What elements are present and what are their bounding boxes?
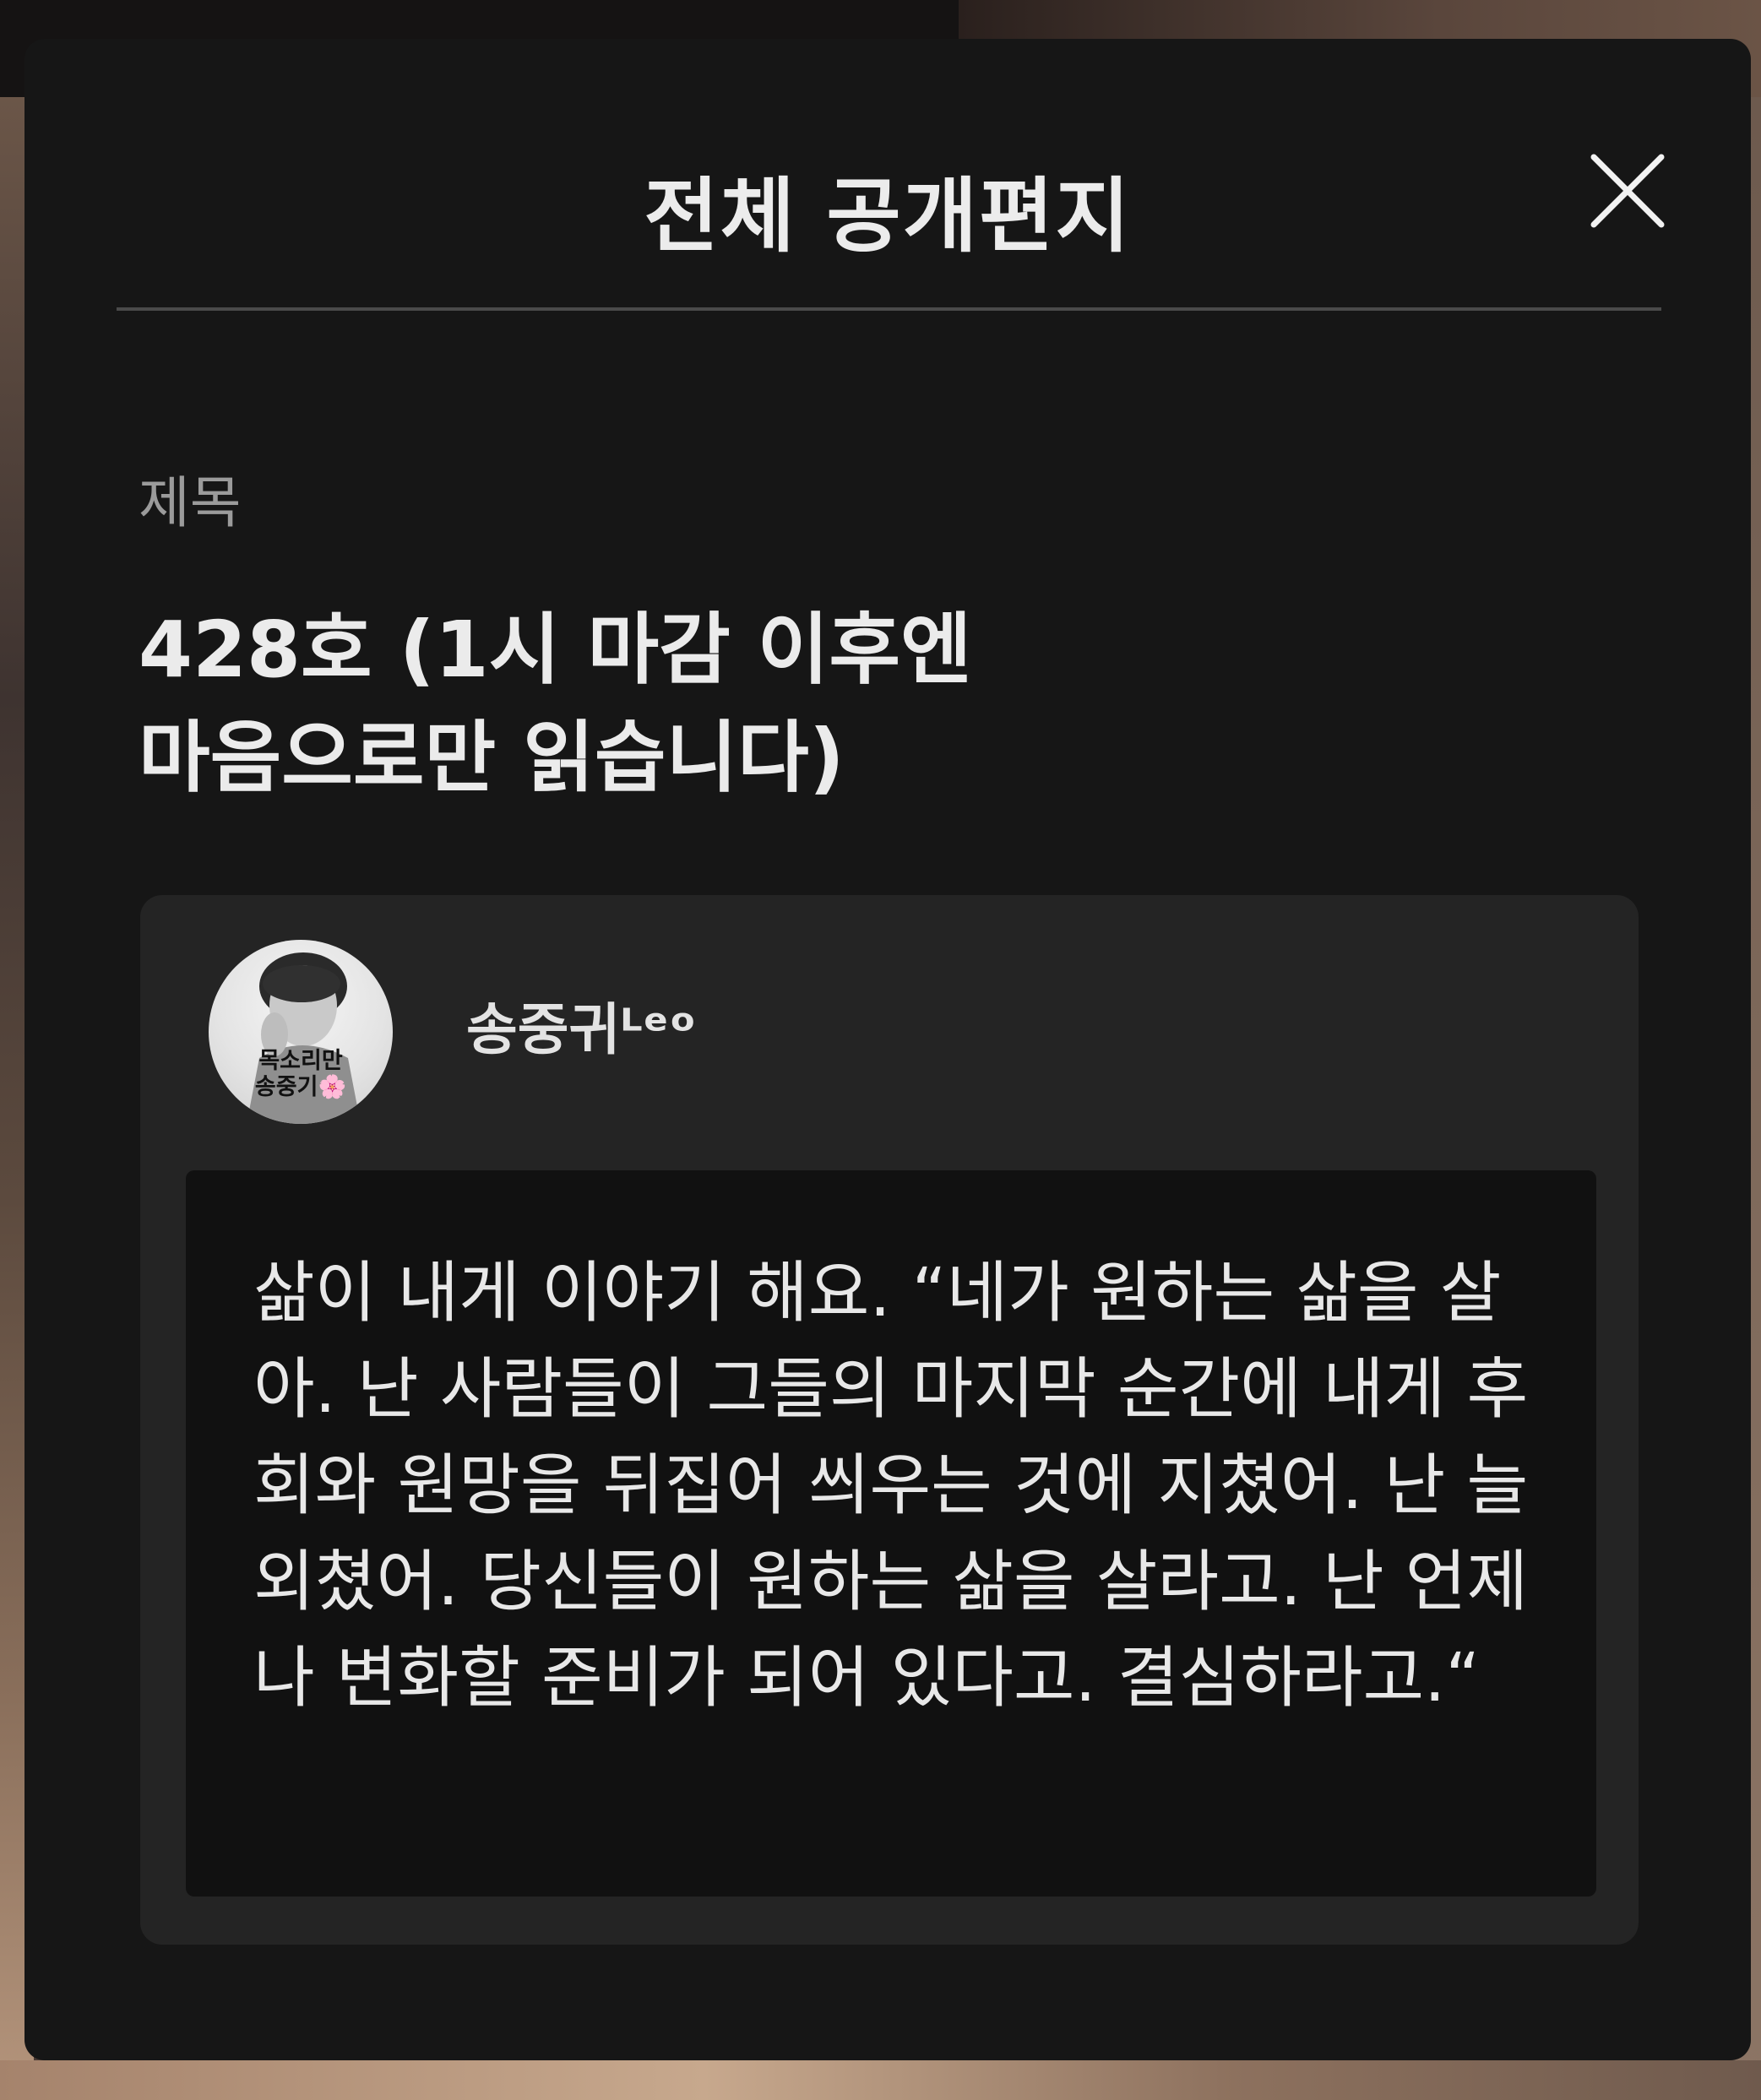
letter-body: 삶이 내게 이야기 해요. “네가 원하는 삶을 살아. 난 사람들이 그들의 …: [253, 1254, 1529, 1717]
subject-label: 제목: [139, 470, 242, 535]
avatar-caption-line1: 목소리만: [258, 1048, 343, 1074]
author-name[interactable]: 송중귀ᴸᵉᵒ: [466, 996, 696, 1064]
title-divider: [117, 307, 1661, 311]
close-icon: [1590, 154, 1665, 228]
modal-title: 전체 공개편지: [644, 169, 1132, 263]
avatar[interactable]: 목소리만 송중기🌸: [209, 940, 393, 1124]
letter-body-box: 삶이 내게 이야기 해요. “네가 원하는 삶을 살아. 난 사람들이 그들의 …: [186, 1170, 1596, 1897]
close-button[interactable]: [1564, 128, 1691, 254]
avatar-caption-line2: 송중기🌸: [254, 1074, 347, 1100]
background-page-bottom-edge: [0, 2060, 1761, 2100]
avatar-caption: 목소리만 송중기🌸: [209, 1048, 393, 1100]
letter-modal: 전체 공개편지 제목 428호 (1시 마감 이후엔 마음으로만 읽습니다) 목…: [24, 39, 1751, 2060]
letter-card: 목소리만 송중기🌸 송중귀ᴸᵉᵒ 삶이 내게 이야기 해요. “네가 원하는 삶…: [140, 895, 1639, 1945]
subject-text: 428호 (1시 마감 이후엔 마음으로만 읽습니다): [139, 605, 972, 803]
